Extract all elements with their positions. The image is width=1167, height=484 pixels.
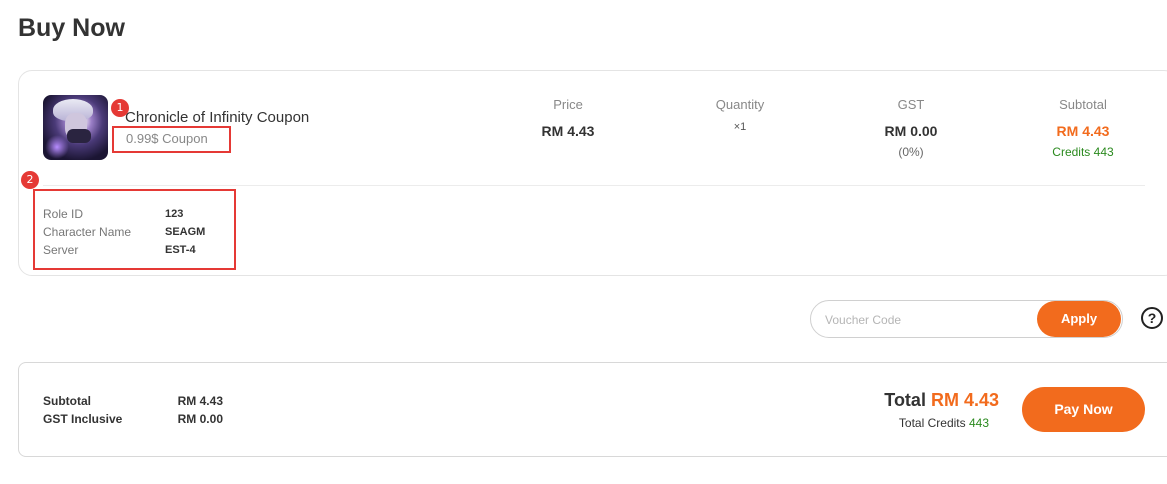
summary-subtotal-value: RM 4.43 [177, 394, 223, 408]
summary-gst-label: GST Inclusive [43, 412, 123, 426]
total-credits: Total Credits 443 [865, 416, 989, 430]
price-column-header: Price [553, 97, 583, 112]
item-gst: RM 0.00 [884, 123, 938, 139]
credits-label: Credits [1052, 145, 1091, 159]
annotation-box-1 [112, 126, 231, 153]
product-name: Chronicle of Infinity Coupon [125, 109, 310, 126]
total-credits-label: Total Credits [898, 416, 966, 430]
item-credits: Credits 443 [1023, 145, 1143, 159]
total-amount: RM 4.43 [930, 390, 999, 410]
annotation-marker-2: 2 [21, 171, 39, 189]
item-quantity: ×1 [733, 121, 747, 133]
order-summary-card: Subtotal RM 4.43 GST Inclusive RM 0.00 T… [18, 362, 1167, 457]
apply-button[interactable]: Apply [1037, 301, 1121, 337]
total-credits-value: 443 [968, 416, 989, 430]
credits-value: 443 [1093, 145, 1114, 159]
annotation-box-2 [33, 189, 236, 270]
annotation-marker-1: 1 [111, 99, 129, 117]
summary-subtotal-row: Subtotal RM 4.43 [43, 392, 223, 410]
pay-now-button[interactable]: Pay Now [1022, 387, 1145, 432]
gst-column-header: GST [897, 97, 925, 112]
item-price: RM 4.43 [541, 123, 595, 139]
game-thumbnail [43, 95, 108, 160]
subtotal-column-header: Subtotal [1059, 97, 1107, 112]
quantity-column-header: Quantity [715, 97, 765, 112]
question-circle-icon[interactable]: ? [1141, 307, 1163, 329]
item-subtotal: RM 4.43 [1056, 123, 1110, 139]
page-title: Buy Now [18, 14, 125, 42]
summary-breakdown: Subtotal RM 4.43 GST Inclusive RM 0.00 [43, 392, 223, 428]
total-label: Total [884, 390, 926, 410]
summary-gst-value: RM 0.00 [177, 412, 223, 426]
voucher-input[interactable] [825, 310, 1025, 330]
summary-gst-row: GST Inclusive RM 0.00 [43, 410, 223, 428]
total-line: Total RM 4.43 [875, 390, 999, 411]
divider [43, 185, 1145, 186]
item-gst-rate: (0%) [898, 145, 924, 159]
summary-subtotal-label: Subtotal [43, 394, 91, 408]
